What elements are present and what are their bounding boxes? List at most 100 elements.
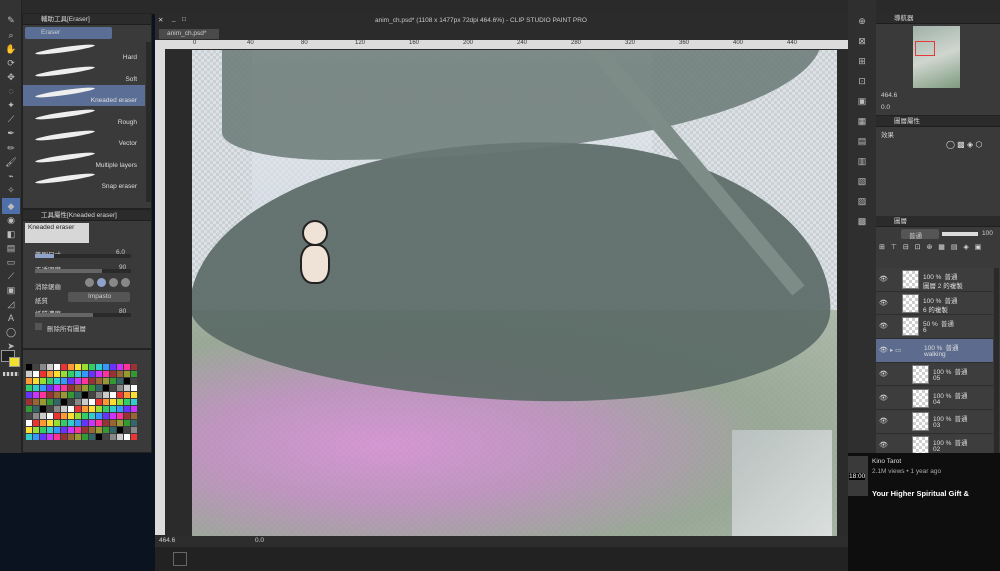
layer-visibility-icon[interactable]: 👁 [879, 346, 888, 355]
command-icon-6[interactable]: ▦ [853, 113, 871, 129]
color-swatch[interactable] [26, 434, 32, 440]
color-swatch[interactable] [61, 378, 67, 384]
color-swatch[interactable] [82, 378, 88, 384]
color-swatch[interactable] [103, 371, 109, 377]
color-swatch[interactable] [40, 413, 46, 419]
color-swatch[interactable] [68, 364, 74, 370]
color-swatch[interactable] [124, 392, 130, 398]
color-swatch[interactable] [124, 378, 130, 384]
layer-visibility-icon[interactable]: 👁 [879, 417, 888, 426]
color-swatch[interactable] [33, 420, 39, 426]
color-swatch[interactable] [110, 364, 116, 370]
color-swatch[interactable] [47, 427, 53, 433]
layer-row[interactable]: 👁 100 % 普通 05 [876, 362, 993, 387]
subtool-item[interactable]: Kneaded eraser [23, 85, 145, 106]
color-swatch[interactable] [47, 413, 53, 419]
color-swatch[interactable] [75, 413, 81, 419]
subtool-item[interactable]: Vector [23, 128, 145, 149]
color-swatch[interactable] [110, 434, 116, 440]
color-swatch[interactable] [54, 399, 60, 405]
color-swatch[interactable] [117, 385, 123, 391]
color-swatch[interactable] [26, 378, 32, 384]
command-icon-9[interactable]: ▧ [853, 173, 871, 189]
color-swatch[interactable] [110, 371, 116, 377]
color-swatch[interactable] [82, 399, 88, 405]
erase-all-checkbox[interactable] [35, 323, 42, 330]
color-swatch[interactable] [26, 385, 32, 391]
color-swatch[interactable] [54, 371, 60, 377]
color-swatch[interactable] [117, 427, 123, 433]
color-swatch[interactable] [96, 406, 102, 412]
color-swatch[interactable] [117, 406, 123, 412]
effect-icons[interactable]: ◯ ▩ ◈ ⬡ [946, 140, 996, 150]
color-swatch[interactable] [96, 420, 102, 426]
color-swatch[interactable] [47, 371, 53, 377]
subtool-item[interactable]: Multiple layers [23, 150, 145, 171]
color-swatch[interactable] [110, 399, 116, 405]
color-swatch[interactable] [117, 399, 123, 405]
color-swatch[interactable] [103, 427, 109, 433]
color-swatch[interactable] [47, 378, 53, 384]
color-swatch[interactable] [124, 399, 130, 405]
color-swatch[interactable] [33, 413, 39, 419]
layer-visibility-icon[interactable]: 👁 [879, 441, 888, 450]
layer-toolbar[interactable]: ⊞ ⊤ ⊟ ⊡ ⊛ ▦ ▤ ◈ ▣ [879, 243, 997, 253]
layer-row[interactable]: 👁 100 % 普通 6 的複製 [876, 291, 993, 316]
color-swatch[interactable] [124, 420, 130, 426]
color-swatch[interactable] [131, 399, 137, 405]
color-swatch[interactable] [40, 406, 46, 412]
color-swatch[interactable] [124, 371, 130, 377]
layer-visibility-icon[interactable]: 👁 [879, 322, 888, 331]
color-swatch[interactable] [68, 385, 74, 391]
color-swatch[interactable] [26, 406, 32, 412]
antialias-options[interactable] [85, 278, 131, 288]
layer-row[interactable]: 👁 100 % 普通 04 [876, 386, 993, 410]
blend-mode-select[interactable]: 普通 [901, 229, 939, 240]
color-swatch[interactable] [61, 364, 67, 370]
color-swatch[interactable] [47, 434, 53, 440]
color-swatch[interactable] [61, 413, 67, 419]
canvas[interactable] [192, 50, 837, 536]
color-swatch[interactable] [33, 406, 39, 412]
color-swatch[interactable] [40, 399, 46, 405]
color-swatch[interactable] [89, 413, 95, 419]
color-swatch[interactable] [33, 378, 39, 384]
transparent-swatch[interactable] [3, 372, 19, 376]
color-swatch[interactable] [75, 364, 81, 370]
color-swatch[interactable] [89, 406, 95, 412]
color-swatch[interactable] [124, 364, 130, 370]
color-swatch[interactable] [54, 434, 60, 440]
color-swatch[interactable] [68, 378, 74, 384]
color-swatch[interactable] [131, 385, 137, 391]
color-swatch[interactable] [124, 434, 130, 440]
color-swatch[interactable] [47, 392, 53, 398]
color-swatch[interactable] [89, 392, 95, 398]
color-swatch[interactable] [33, 371, 39, 377]
color-swatch[interactable] [75, 392, 81, 398]
color-swatch[interactable] [103, 378, 109, 384]
close-icon[interactable]: ✕ [158, 16, 163, 24]
color-swatch[interactable] [124, 413, 130, 419]
color-swatch[interactable] [131, 406, 137, 412]
color-swatch[interactable] [117, 392, 123, 398]
color-swatch[interactable] [33, 385, 39, 391]
color-swatch[interactable] [47, 406, 53, 412]
color-swatch[interactable] [68, 427, 74, 433]
command-icon-8[interactable]: ▥ [853, 153, 871, 169]
color-swatch[interactable] [75, 427, 81, 433]
color-swatch[interactable] [110, 378, 116, 384]
command-icon-5[interactable]: ▣ [853, 93, 871, 109]
color-swatch[interactable] [82, 371, 88, 377]
command-icon-4[interactable]: ⊡ [853, 73, 871, 89]
color-swatch[interactable] [33, 427, 39, 433]
color-swatch[interactable] [110, 413, 116, 419]
color-swatch[interactable] [117, 371, 123, 377]
color-swatch[interactable] [40, 378, 46, 384]
subtool-scrollbar[interactable] [146, 42, 151, 202]
layer-visibility-icon[interactable]: 👁 [879, 370, 888, 379]
color-swatch[interactable] [110, 420, 116, 426]
paper-select[interactable]: Impasto [68, 292, 130, 302]
color-swatch[interactable] [75, 371, 81, 377]
layer-visibility-icon[interactable]: 👁 [879, 394, 888, 403]
color-swatch[interactable] [103, 385, 109, 391]
